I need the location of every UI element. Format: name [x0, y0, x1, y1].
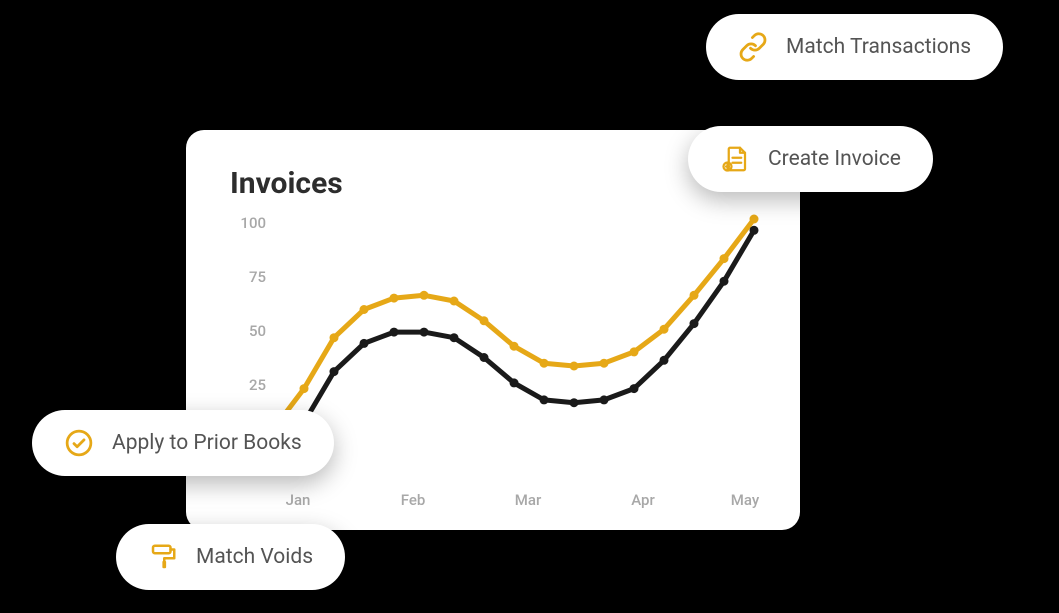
pill-label: Match Voids [196, 545, 313, 569]
x-tick-jan: Jan [286, 491, 311, 509]
create-invoice-button[interactable]: Create Invoice [688, 126, 933, 192]
check-circle-icon [64, 428, 94, 458]
invoice-icon [720, 144, 750, 174]
y-tick-100: 100 [226, 214, 266, 232]
pill-label: Create Invoice [768, 147, 901, 171]
x-tick-may: May [731, 491, 759, 509]
match-transactions-button[interactable]: Match Transactions [706, 14, 1003, 80]
card-title: Invoices [230, 166, 756, 201]
paint-roller-icon [148, 542, 178, 572]
y-tick-50: 50 [226, 322, 266, 340]
match-voids-button[interactable]: Match Voids [116, 524, 345, 590]
y-tick-25: 25 [226, 376, 266, 394]
link-icon [738, 32, 768, 62]
x-tick-apr: Apr [631, 491, 655, 509]
x-tick-mar: Mar [515, 491, 542, 509]
line-chart [274, 215, 754, 475]
apply-prior-books-button[interactable]: Apply to Prior Books [32, 410, 334, 476]
x-tick-feb: Feb [401, 491, 426, 509]
pill-label: Match Transactions [786, 35, 971, 59]
y-tick-75: 75 [226, 268, 266, 286]
pill-label: Apply to Prior Books [112, 431, 302, 455]
